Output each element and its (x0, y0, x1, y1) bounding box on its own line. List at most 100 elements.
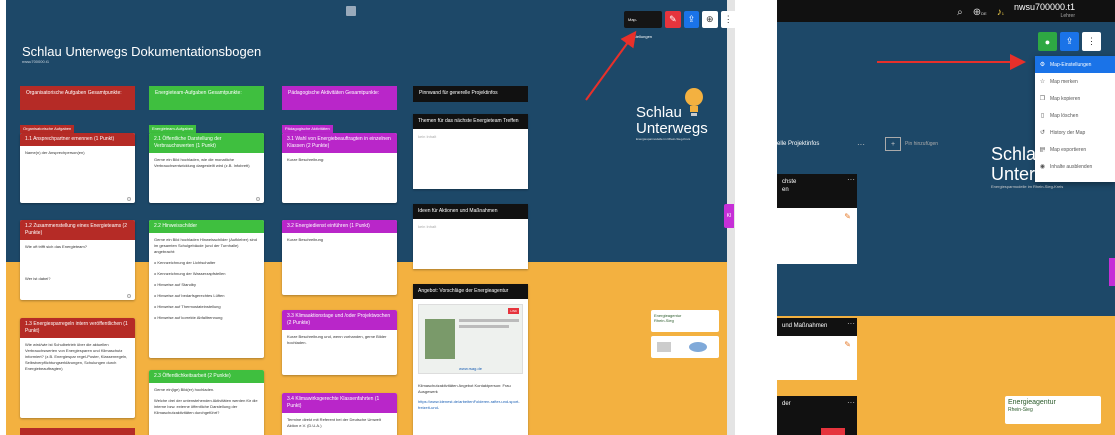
menu-item-map-settings[interactable]: ⚙ Map-Einstellungen (1035, 56, 1115, 73)
eye-icon[interactable]: ● (1038, 32, 1057, 51)
share-icon[interactable]: ⇪ (1060, 32, 1079, 51)
menu-item-map-history[interactable]: ↺ History der Map (1035, 124, 1115, 141)
side-panel-tab[interactable]: KI (724, 204, 734, 228)
pin-title-fragment: und Maßnahmen (782, 323, 828, 329)
section-label-energyteam: Energieteam-Aufgaben (149, 125, 197, 133)
search-icon[interactable]: ⌕ (957, 7, 963, 18)
board-owner: nwsu700000.t1 (22, 59, 50, 64)
task-card-3-2[interactable]: 3.2 Energiedienst einführen (1 Punkt) Ku… (282, 220, 397, 295)
pin-card-offers[interactable]: Angebot: Vorschläge der Energieagentur L… (413, 284, 528, 435)
link-badge (821, 428, 845, 435)
menu-item-label: Map kopieren (1050, 95, 1081, 102)
task-card-1-3[interactable]: 1.3 Energiesparregeln intern veröffentli… (20, 318, 135, 418)
gear-icon: ⚙ (1039, 62, 1046, 68)
map-settings-tooltip: Map-Einstellungen (624, 11, 663, 39)
card-body: Kurze Beschreibung (287, 237, 324, 242)
zoom-icon[interactable]: ⊕ (702, 11, 718, 28)
edit-icon[interactable]: ✎ (844, 340, 851, 349)
side-panel-tab[interactable] (1109, 258, 1115, 286)
board-title: Schlau Unterwegs Dokumentationsbogen (22, 44, 262, 59)
preview-photo (425, 319, 455, 359)
pin-link[interactable]: https://www.ldenest.de/arbeitenFolderen-… (413, 399, 528, 411)
add-pin-button[interactable]: + Pin hinzufügen (885, 137, 938, 151)
more-icon[interactable]: ⋮ (1082, 32, 1101, 51)
board-screenshot-zoomed: ⌕ ⊕DE ♪1 nwsu700000.t1 Lehrer ● ⇪ ⋮ ⚙ Map… (777, 0, 1115, 435)
more-icon[interactable]: ··· (857, 140, 865, 149)
pin-title-fragment: der (782, 401, 791, 407)
card-title: 1.3 Energiesparregeln intern veröffentli… (20, 318, 135, 338)
task-card-1-2[interactable]: 1.2 Zusammenstellung eines Energieteams … (20, 220, 135, 300)
edit-icon[interactable]: ✎ (844, 212, 851, 221)
section-label-organisational: Organisatorische Aufgaben (20, 125, 75, 133)
pin-card-ideas[interactable]: Ideen für Aktionen und Maßnahmen kein In… (413, 204, 528, 269)
pin-card-next-meeting-fragment[interactable]: chste en (777, 174, 857, 208)
logo-line-2: Unter (991, 164, 1036, 184)
pin-text: Klimaschutzaktivitäten Angebot Kontaktpe… (418, 383, 511, 394)
logo-line-2: Rhein-Sieg (1008, 407, 1033, 413)
more-icon[interactable]: ··· (847, 398, 855, 407)
menu-item-label: Map merken (1050, 78, 1078, 85)
menu-item-label: History der Map (1050, 129, 1086, 136)
nav-items: ⌕ ⊕DE ♪1 nwsu700000.t1 Lehrer (957, 3, 1075, 21)
user-menu[interactable]: nwsu700000.t1 Lehrer (1014, 3, 1075, 21)
menu-item-label: Map löschen (1050, 112, 1079, 119)
share-icon[interactable]: ⇪ (683, 11, 700, 28)
menu-item-delete-map[interactable]: ▯ Map löschen (1035, 107, 1115, 124)
website-preview-image[interactable]: LINK www.rsag.de (418, 304, 523, 374)
language-icon[interactable]: ⊕DE (973, 7, 987, 18)
more-icon[interactable]: ··· (847, 319, 855, 328)
card-body: Gerne ein(ige) Bild(er) hochladen. Welch… (149, 383, 264, 425)
board-toolbar: ● ⇪ ⋮ (1038, 32, 1101, 51)
bell-icon[interactable]: ♪1 (997, 7, 1004, 18)
task-card-2-2[interactable]: 2.2 Hinweisschilder Gerne ein Bild hochl… (149, 220, 264, 358)
logo-line-2: Unterwegs (636, 120, 708, 137)
card-body: Gerne ein Bild hochladen Hinweisschilder… (149, 233, 264, 330)
card-body: Kurze Beschreibung: (287, 157, 325, 162)
notification-count: 1 (1001, 10, 1004, 16)
energieagentur-logo: Energieagentur Rhein-Sieg (651, 310, 719, 332)
pin-empty-placeholder: kein Inhalt (418, 224, 437, 229)
task-card-1-4-cut[interactable] (20, 428, 135, 435)
menu-item-bookmark-map[interactable]: ☆ Map merken (1035, 73, 1115, 90)
task-card-2-3[interactable]: 2.3 Öffentlichkeitsarbeit (2 Punkte) Ger… (149, 370, 264, 435)
pin-card-next-meeting[interactable]: Themen für das nächste Energieteam Treff… (413, 114, 528, 189)
zoom-icon[interactable] (127, 197, 131, 201)
preview-text-line (459, 325, 509, 328)
more-icon[interactable]: ··· (847, 175, 855, 184)
add-pin-label: Pin hinzufügen (905, 141, 939, 147)
user-role: Lehrer (1060, 13, 1075, 19)
card-text: Wie oft trifft sich das Energieteam? (25, 244, 87, 249)
card-title: 2.1 Öffentliche Darstellung der Verbrauc… (149, 133, 264, 153)
pin-card-ideas-fragment[interactable]: und Maßnahmen (777, 318, 857, 336)
zoom-icon[interactable] (127, 294, 131, 298)
pinboard-heading-fragment: elle Projektinfos (777, 141, 820, 147)
history-icon: ↺ (1039, 130, 1046, 136)
task-card-3-4[interactable]: 3.4 Klimawirksgerechte Klassenfahrten (1… (282, 393, 397, 435)
lightbulb-icon (685, 88, 703, 116)
task-card-2-1[interactable]: 2.1 Öffentliche Darstellung der Verbrauc… (149, 133, 264, 203)
calendar-add-icon: + (885, 137, 901, 151)
card-body: Termine direkt mit Referent bei der Deut… (287, 417, 381, 428)
task-card-3-1[interactable]: 3.1 Wahl von Energiebeauftragten in einz… (282, 133, 397, 203)
pin-empty-placeholder: kein Inhalt (418, 134, 437, 139)
logo-line-1: Schlau (991, 144, 1047, 164)
task-card-3-3[interactable]: 3.3 Klimaaktionstage und /oder Projektwo… (282, 310, 397, 375)
user-name: nwsu700000.t1 (1013, 2, 1075, 12)
more-icon[interactable]: ⋮ (720, 11, 735, 28)
list-item: o Kennzeichnung der Lichtschalter (154, 260, 216, 265)
pin-card-body: ✎ (777, 208, 857, 264)
card-title: 2.3 Öffentlichkeitsarbeit (2 Punkte) (149, 370, 264, 383)
task-card-1-1[interactable]: 1.1 Ansprechpartner ernennen (1 Punkt) N… (20, 133, 135, 203)
pencil-icon[interactable]: ✎ (665, 11, 681, 28)
pin-card-offers-fragment[interactable]: der (777, 396, 857, 435)
zoom-icon[interactable] (256, 197, 260, 201)
schlau-unterwegs-logo: Schlau Unterwegs Energiesparmodelle im R… (636, 88, 708, 141)
card-text: Welche drei der untenstehenden Aktivität… (154, 398, 258, 415)
collapse-header-toggle[interactable] (346, 6, 356, 16)
card-text: Gerne ein Bild hochladen Hinweisschilder… (154, 237, 257, 254)
menu-item-copy-map[interactable]: ❐ Map kopieren (1035, 90, 1115, 107)
pin-title: Angebot: Vorschläge der Energieagentur (413, 284, 528, 299)
board-screenshot-main: Map-Einstellungen ✎ ⇪ ⊕ ⋮ Schlau Unterwe… (6, 0, 735, 435)
partner-logos (651, 336, 719, 358)
card-title: 3.1 Wahl von Energiebeauftragten in einz… (282, 133, 397, 153)
